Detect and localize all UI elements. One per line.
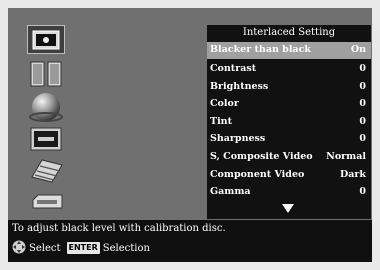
menu-item-label: Blacker than black <box>210 44 311 55</box>
menu-item-value: 0 <box>359 116 366 127</box>
down-arrow-icon[interactable] <box>282 204 294 213</box>
menu-item-color[interactable]: Color 0 <box>207 96 371 113</box>
keyboard-icon[interactable] <box>28 157 64 183</box>
menu-item-value: 0 <box>359 98 366 109</box>
menu-item-blacker-than-black[interactable]: Blacker than black On <box>207 42 371 59</box>
settings-screen-icon[interactable] <box>27 25 65 54</box>
menu-item-label: Gamma <box>210 186 251 197</box>
menu-item-label: Contrast <box>210 62 257 74</box>
menu-item-label: S, Composite Video <box>210 151 313 162</box>
settings-menu-panel: Interlaced Setting Blacker than black On… <box>207 25 371 219</box>
help-description: To adjust black level with calibration d… <box>12 223 226 234</box>
menu-item-label: Color <box>210 98 239 109</box>
dpad-icon <box>12 240 26 257</box>
menu-item-s-composite-video[interactable]: S, Composite Video Normal <box>207 149 371 166</box>
device-icon[interactable] <box>30 192 64 212</box>
menu-item-label: Component Video <box>210 168 305 180</box>
menu-title: Interlaced Setting <box>242 27 336 38</box>
menu-item-value: 0 <box>359 62 366 74</box>
selection-hint-label: Selection <box>102 242 150 254</box>
globe-icon[interactable] <box>28 91 64 125</box>
menu-item-tint[interactable]: Tint 0 <box>207 114 371 131</box>
menu-item-component-video[interactable]: Component Video Dark <box>207 167 371 184</box>
help-key-legend: Select ENTER Selection <box>12 240 150 256</box>
menu-item-value: 0 <box>359 186 366 197</box>
menu-item-value: 0 <box>359 80 366 92</box>
select-hint-label: Select <box>29 242 61 254</box>
menu-item-contrast[interactable]: Contrast 0 <box>207 61 371 78</box>
menu-item-label: Brightness <box>210 80 269 92</box>
menu-item-value: 0 <box>359 133 366 144</box>
enter-key-badge: ENTER <box>66 242 100 254</box>
menu-item-value: On <box>350 44 366 55</box>
tv-monitor-icon[interactable] <box>28 126 64 152</box>
speakers-icon[interactable] <box>29 61 63 87</box>
menu-item-sharpness[interactable]: Sharpness 0 <box>207 131 371 148</box>
help-bar: To adjust black level with calibration d… <box>8 220 372 262</box>
osd-screen: Interlaced Setting Blacker than black On… <box>0 0 380 270</box>
menu-item-brightness[interactable]: Brightness 0 <box>207 79 371 96</box>
menu-item-label: Sharpness <box>210 133 266 144</box>
menu-item-value: Dark <box>340 168 366 180</box>
menu-item-label: Tint <box>210 116 232 127</box>
menu-item-gamma[interactable]: Gamma 0 <box>207 184 371 201</box>
menu-item-value: Normal <box>326 151 366 162</box>
